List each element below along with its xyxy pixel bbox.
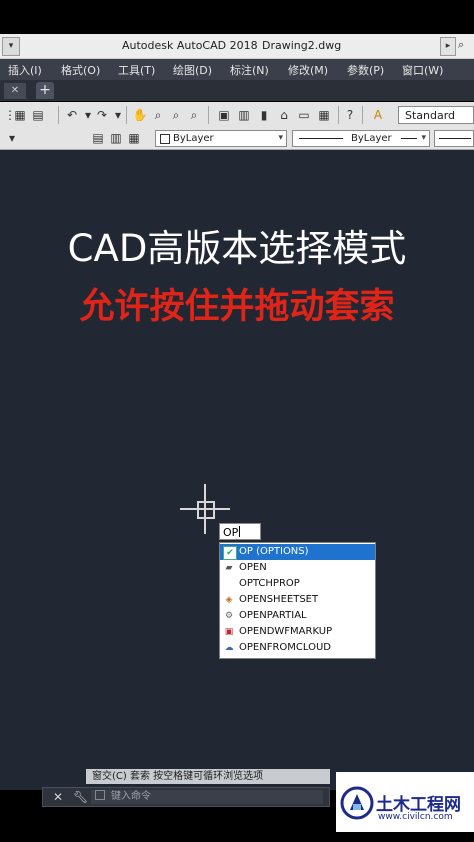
- command-prompt-hint: 窗交(C) 套索 按空格键可循环浏览选项: [86, 769, 330, 784]
- gear-icon: ⚙: [224, 611, 234, 621]
- markup-icon: ▣: [224, 627, 234, 637]
- autocomplete-item-options[interactable]: ✔ OP (OPTIONS): [220, 544, 375, 560]
- menu-parametric[interactable]: 参数(P): [347, 62, 384, 78]
- autocomplete-item-label: OP (OPTIONS): [239, 546, 309, 557]
- drawing-canvas[interactable]: CAD高版本选择模式 允许按住并拖动套索 OP ✔ OP (OPTIONS) ▰…: [0, 150, 474, 790]
- autocomplete-list: ✔ OP (OPTIONS) ▰ OPEN OPTCHPROP ◈ OPENSH…: [219, 542, 376, 659]
- autocomplete-item-openpartial[interactable]: ⚙ OPENPARTIAL: [220, 608, 375, 624]
- redo-icon[interactable]: ↷: [94, 107, 110, 123]
- tab-close-icon[interactable]: ✕: [4, 83, 26, 99]
- menu-tools[interactable]: 工具(T): [118, 62, 155, 78]
- lineweight-preview: [439, 138, 471, 139]
- autocomplete-item-opendwfmarkup[interactable]: ▣ OPENDWFMARKUP: [220, 624, 375, 640]
- menu-bar: 插入(I) 格式(O) 工具(T) 绘图(D) 标注(N) 修改(M) 参数(P…: [0, 59, 474, 80]
- command-input[interactable]: 键入命令: [91, 790, 323, 804]
- close-icon[interactable]: ✕: [53, 790, 63, 804]
- crosshair-pickbox: [197, 501, 215, 519]
- design-center-icon[interactable]: ▥: [236, 107, 252, 123]
- text-caret: [239, 526, 241, 537]
- properties-toolbar: ▾ ▤ ▥ ▦ ByLayer ▾ ByLayer ▾: [0, 128, 474, 150]
- linetype-preview: [299, 138, 343, 139]
- zoom-realtime-icon[interactable]: ⌕: [150, 107, 166, 123]
- document-tab-strip: ✕ +: [0, 80, 474, 101]
- menu-window[interactable]: 窗口(W): [402, 62, 443, 78]
- text-style-icon[interactable]: A: [370, 107, 386, 123]
- pan-icon[interactable]: ✋: [132, 107, 148, 123]
- search-icon[interactable]: ⌕: [458, 38, 464, 52]
- properties-icon[interactable]: ▣: [216, 107, 232, 123]
- watermark: 土木工程网 www.civilcn.com: [336, 772, 474, 832]
- menu-dimension[interactable]: 标注(N): [230, 62, 269, 78]
- make-current-layer-icon[interactable]: ▤: [90, 130, 106, 146]
- help-icon[interactable]: ?: [342, 107, 358, 123]
- sheet-set-icon[interactable]: ⌂: [276, 107, 292, 123]
- redo-dropdown-icon[interactable]: ▾: [110, 107, 126, 123]
- markup-icon[interactable]: ▭: [296, 107, 312, 123]
- wrench-icon[interactable]: 🔧︎: [73, 790, 88, 804]
- dynamic-input-value: OP: [223, 526, 239, 539]
- open-icon[interactable]: ▤: [30, 107, 46, 123]
- linetype-combo-label: ByLayer: [351, 133, 392, 144]
- menu-draw[interactable]: 绘图(D): [173, 62, 212, 78]
- command-line: ✕ 🔧︎ 键入命令: [42, 787, 330, 807]
- linetype-combo[interactable]: ByLayer ▾: [292, 130, 430, 147]
- layer-previous-icon[interactable]: ▥: [108, 130, 124, 146]
- app-title: Autodesk AutoCAD 2018: [122, 39, 258, 52]
- overlay-subheadline: 允许按住并拖动套索: [79, 286, 395, 327]
- undo-icon[interactable]: ↶: [64, 107, 80, 123]
- command-placeholder: 键入命令: [111, 791, 151, 802]
- text-style-combo[interactable]: Standard: [398, 106, 474, 124]
- title-scroll-right-icon[interactable]: ▸: [440, 37, 456, 56]
- application-menu-icon[interactable]: ▾: [2, 37, 20, 56]
- menu-modify[interactable]: 修改(M): [288, 62, 328, 78]
- qnew-icon[interactable]: ▦: [12, 107, 28, 123]
- zoom-window-icon[interactable]: ⌕: [168, 107, 184, 123]
- prompt-icon: [95, 790, 105, 800]
- autocomplete-item-label: OPENDWFMARKUP: [239, 626, 333, 637]
- chevron-down-icon: ▾: [278, 133, 283, 143]
- cloud-icon: ☁: [224, 643, 234, 653]
- autocomplete-item-optchprop[interactable]: OPTCHPROP: [220, 576, 375, 592]
- tool-palettes-icon[interactable]: ▮: [256, 107, 272, 123]
- linetype-preview-tail: [401, 138, 417, 139]
- autocomplete-item-label: OPTCHPROP: [239, 578, 300, 589]
- options-check-icon: ✔: [223, 546, 237, 560]
- lineweight-combo[interactable]: [434, 130, 474, 147]
- chevron-down-icon: ▾: [421, 133, 426, 143]
- autocomplete-item-label: OPENFROMCLOUD: [239, 642, 331, 653]
- dynamic-input-field[interactable]: OP: [219, 523, 261, 540]
- color-swatch: [160, 134, 170, 144]
- autocomplete-item-label: OPENSHEETSET: [239, 594, 319, 605]
- autocomplete-item-label: OPENPARTIAL: [239, 610, 307, 621]
- autocomplete-item-open[interactable]: ▰ OPEN: [220, 560, 375, 576]
- menu-insert[interactable]: 插入(I): [8, 62, 42, 78]
- layer-dropdown-icon[interactable]: ▾: [4, 130, 20, 146]
- color-combo-label: ByLayer: [173, 133, 214, 144]
- autocomplete-item-opensheetset[interactable]: ◈ OPENSHEETSET: [220, 592, 375, 608]
- document-name: Drawing2.dwg: [262, 39, 342, 52]
- color-combo[interactable]: ByLayer ▾: [155, 130, 287, 147]
- open-folder-icon: ▰: [225, 563, 233, 573]
- menu-format[interactable]: 格式(O): [61, 62, 100, 78]
- sheetset-icon: ◈: [225, 595, 233, 605]
- watermark-logo-icon: [340, 786, 374, 820]
- calculator-icon[interactable]: ▦: [316, 107, 332, 123]
- standard-toolbar: ⋮ ▦ ▤ ↶ ▾ ↷ ▾ ✋ ⌕ ⌕ ⌕ ▣ ▥ ▮ ⌂ ▭ ▦ ? A St…: [0, 102, 474, 129]
- zoom-previous-icon[interactable]: ⌕: [186, 107, 202, 123]
- title-bar: ▾ Autodesk AutoCAD 2018 Drawing2.dwg ▸ ⌕: [0, 34, 474, 59]
- new-tab-icon[interactable]: +: [36, 82, 54, 99]
- layer-states-icon[interactable]: ▦: [126, 130, 142, 146]
- autocomplete-item-label: OPEN: [239, 562, 267, 573]
- overlay-headline: CAD高版本选择模式: [67, 227, 407, 270]
- autocomplete-item-openfromcloud[interactable]: ☁ OPENFROMCLOUD: [220, 640, 375, 656]
- watermark-url: www.civilcn.com: [378, 812, 453, 822]
